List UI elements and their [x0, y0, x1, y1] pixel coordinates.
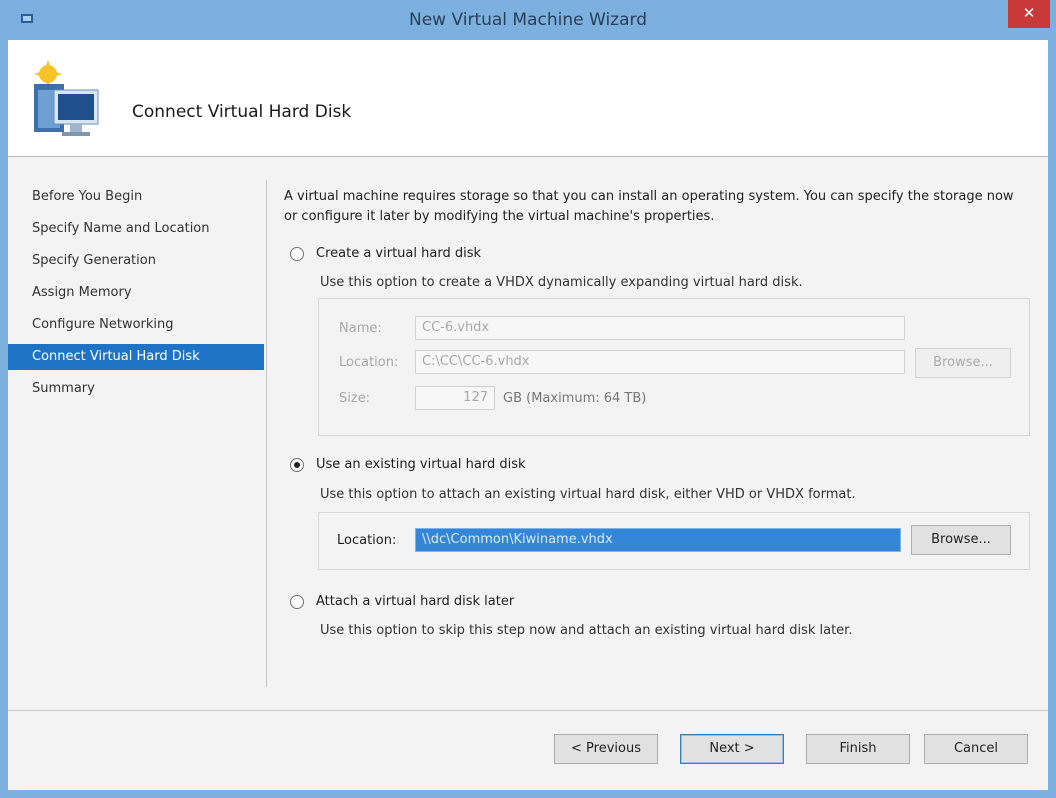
attach-later-option[interactable]: Attach a virtual hard disk later	[290, 594, 514, 609]
name-field[interactable]: CC-6.vhdx	[415, 316, 905, 340]
create-location-label: Location:	[339, 355, 399, 370]
cancel-button[interactable]: Cancel	[924, 734, 1028, 764]
create-browse-button[interactable]: Browse...	[915, 348, 1011, 378]
intro-text: A virtual machine requires storage so th…	[284, 189, 1014, 224]
existing-vhd-label: Use an existing virtual hard disk	[316, 457, 526, 472]
virtual-machine-wizard-icon	[34, 60, 99, 136]
existing-browse-button[interactable]: Browse...	[911, 525, 1011, 555]
existing-vhd-radio[interactable]	[290, 457, 304, 472]
wizard-client-area: Connect Virtual Hard Disk Before You Beg…	[8, 40, 1048, 790]
create-location-field[interactable]: C:\CC\CC-6.vhdx	[415, 350, 905, 374]
page-title: Connect Virtual Hard Disk	[132, 102, 352, 122]
create-vhd-option[interactable]: Create a virtual hard disk	[290, 246, 481, 261]
attach-later-radio[interactable]	[290, 594, 304, 609]
nav-item-specify-name-location[interactable]: Specify Name and Location	[8, 216, 264, 242]
size-field[interactable]: 127	[415, 386, 495, 410]
attach-later-label: Attach a virtual hard disk later	[316, 594, 515, 609]
footer-separator	[8, 710, 1048, 711]
size-label: Size:	[339, 391, 371, 406]
existing-vhd-description: Use this option to attach an existing vi…	[320, 487, 856, 502]
wizard-content: A virtual machine requires storage so th…	[278, 157, 1038, 687]
existing-location-label: Location:	[337, 533, 397, 548]
nav-item-summary[interactable]: Summary	[8, 376, 264, 402]
create-vhd-groupbox: Name: CC-6.vhdx Location: C:\CC\CC-6.vhd…	[318, 298, 1030, 436]
nav-item-before-you-begin[interactable]: Before You Begin	[8, 184, 264, 210]
wizard-window: New Virtual Machine Wizard ✕ Connect Vir…	[0, 0, 1056, 798]
window-title: New Virtual Machine Wizard	[409, 10, 647, 30]
previous-button[interactable]: < Previous	[554, 734, 658, 764]
nav-divider	[266, 180, 267, 687]
nav-item-assign-memory[interactable]: Assign Memory	[8, 280, 264, 306]
create-vhd-label: Create a virtual hard disk	[316, 246, 481, 261]
close-icon: ✕	[1022, 4, 1036, 22]
wizard-steps-nav: Before You Begin Specify Name and Locati…	[8, 157, 264, 687]
create-vhd-description: Use this option to create a VHDX dynamic…	[320, 275, 803, 290]
name-label: Name:	[339, 321, 382, 336]
finish-button[interactable]: Finish	[806, 734, 910, 764]
existing-vhd-option[interactable]: Use an existing virtual hard disk	[290, 457, 526, 472]
create-vhd-radio[interactable]	[290, 246, 304, 261]
existing-vhd-groupbox: Location: \\dc\Common\Kiwiname.vhdx Brow…	[318, 512, 1030, 570]
next-button[interactable]: Next >	[680, 734, 784, 764]
wizard-header: Connect Virtual Hard Disk	[8, 40, 1048, 157]
existing-location-field[interactable]: \\dc\Common\Kiwiname.vhdx	[415, 528, 901, 552]
nav-item-specify-generation[interactable]: Specify Generation	[8, 248, 264, 274]
title-bar[interactable]: New Virtual Machine Wizard ✕	[0, 0, 1056, 40]
existing-location-value: \\dc\Common\Kiwiname.vhdx	[416, 529, 900, 551]
close-button[interactable]: ✕	[1008, 0, 1050, 28]
nav-item-configure-networking[interactable]: Configure Networking	[8, 312, 264, 338]
nav-item-connect-virtual-hard-disk[interactable]: Connect Virtual Hard Disk	[8, 344, 264, 370]
attach-later-description: Use this option to skip this step now an…	[320, 623, 853, 638]
size-unit-text: GB (Maximum: 64 TB)	[503, 391, 647, 406]
